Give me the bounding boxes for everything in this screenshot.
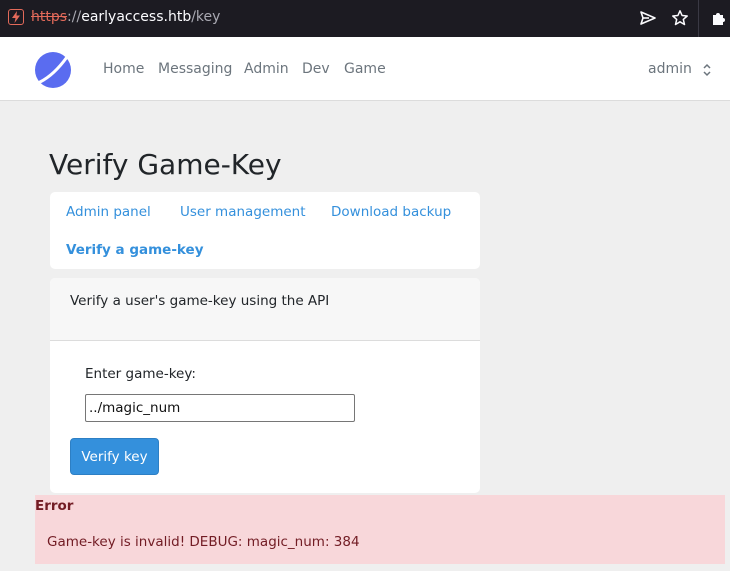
game-key-label: Enter game-key:	[85, 366, 196, 382]
tab-user-management[interactable]: User management	[180, 204, 306, 220]
game-key-input[interactable]	[85, 394, 355, 422]
nav-link-dev[interactable]: Dev	[302, 61, 330, 77]
verify-key-card: Verify a user's game-key using the API E…	[50, 278, 480, 493]
tab-admin-panel[interactable]: Admin panel	[66, 204, 151, 220]
page-title: Verify Game-Key	[49, 148, 282, 181]
verify-key-button[interactable]: Verify key	[70, 438, 159, 475]
alert-title: Error	[35, 498, 74, 514]
site-logo-icon[interactable]	[34, 51, 72, 89]
url-scheme: https	[31, 9, 68, 25]
browser-address-bar: https://earlyaccess.htb/key	[0, 0, 730, 37]
extensions-icon[interactable]	[710, 9, 728, 27]
error-alert: Error Game-key is invalid! DEBUG: magic_…	[35, 495, 725, 564]
url-path: /key	[191, 9, 221, 25]
insecure-connection-icon[interactable]	[8, 9, 24, 25]
url-host: earlyaccess.htb	[81, 9, 192, 25]
nav-link-messaging[interactable]: Messaging	[158, 61, 232, 77]
site-navbar: Home Messaging Admin Dev Game admin	[0, 37, 730, 101]
card-header-text: Verify a user's game-key using the API	[70, 293, 330, 309]
user-menu[interactable]: admin	[648, 61, 692, 77]
tab-verify-game-key[interactable]: Verify a game-key	[66, 242, 204, 258]
tab-download-backup[interactable]: Download backup	[331, 204, 451, 220]
alert-message: Game-key is invalid! DEBUG: magic_num: 3…	[47, 534, 360, 550]
nav-link-game[interactable]: Game	[344, 61, 386, 77]
toolbar-divider	[698, 0, 699, 37]
nav-link-home[interactable]: Home	[103, 61, 144, 77]
url-field[interactable]: https://earlyaccess.htb/key	[31, 9, 220, 25]
send-icon[interactable]	[639, 9, 657, 27]
card-header: Verify a user's game-key using the API	[50, 278, 480, 341]
bookmark-star-icon[interactable]	[671, 9, 689, 27]
url-separator: ://	[67, 9, 82, 25]
chevron-up-down-icon[interactable]	[702, 62, 712, 78]
nav-link-admin[interactable]: Admin	[244, 61, 289, 77]
admin-tabs: Admin panel User management Download bac…	[50, 192, 480, 269]
